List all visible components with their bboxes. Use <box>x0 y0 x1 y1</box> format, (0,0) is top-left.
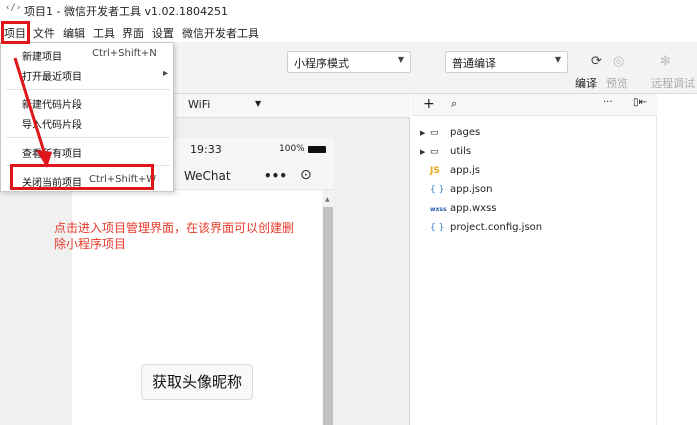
annotation-text: 点击进入项目管理界面，在该界面可以创建删除小程序项目 <box>54 221 295 251</box>
annotation-arrow <box>13 57 52 168</box>
